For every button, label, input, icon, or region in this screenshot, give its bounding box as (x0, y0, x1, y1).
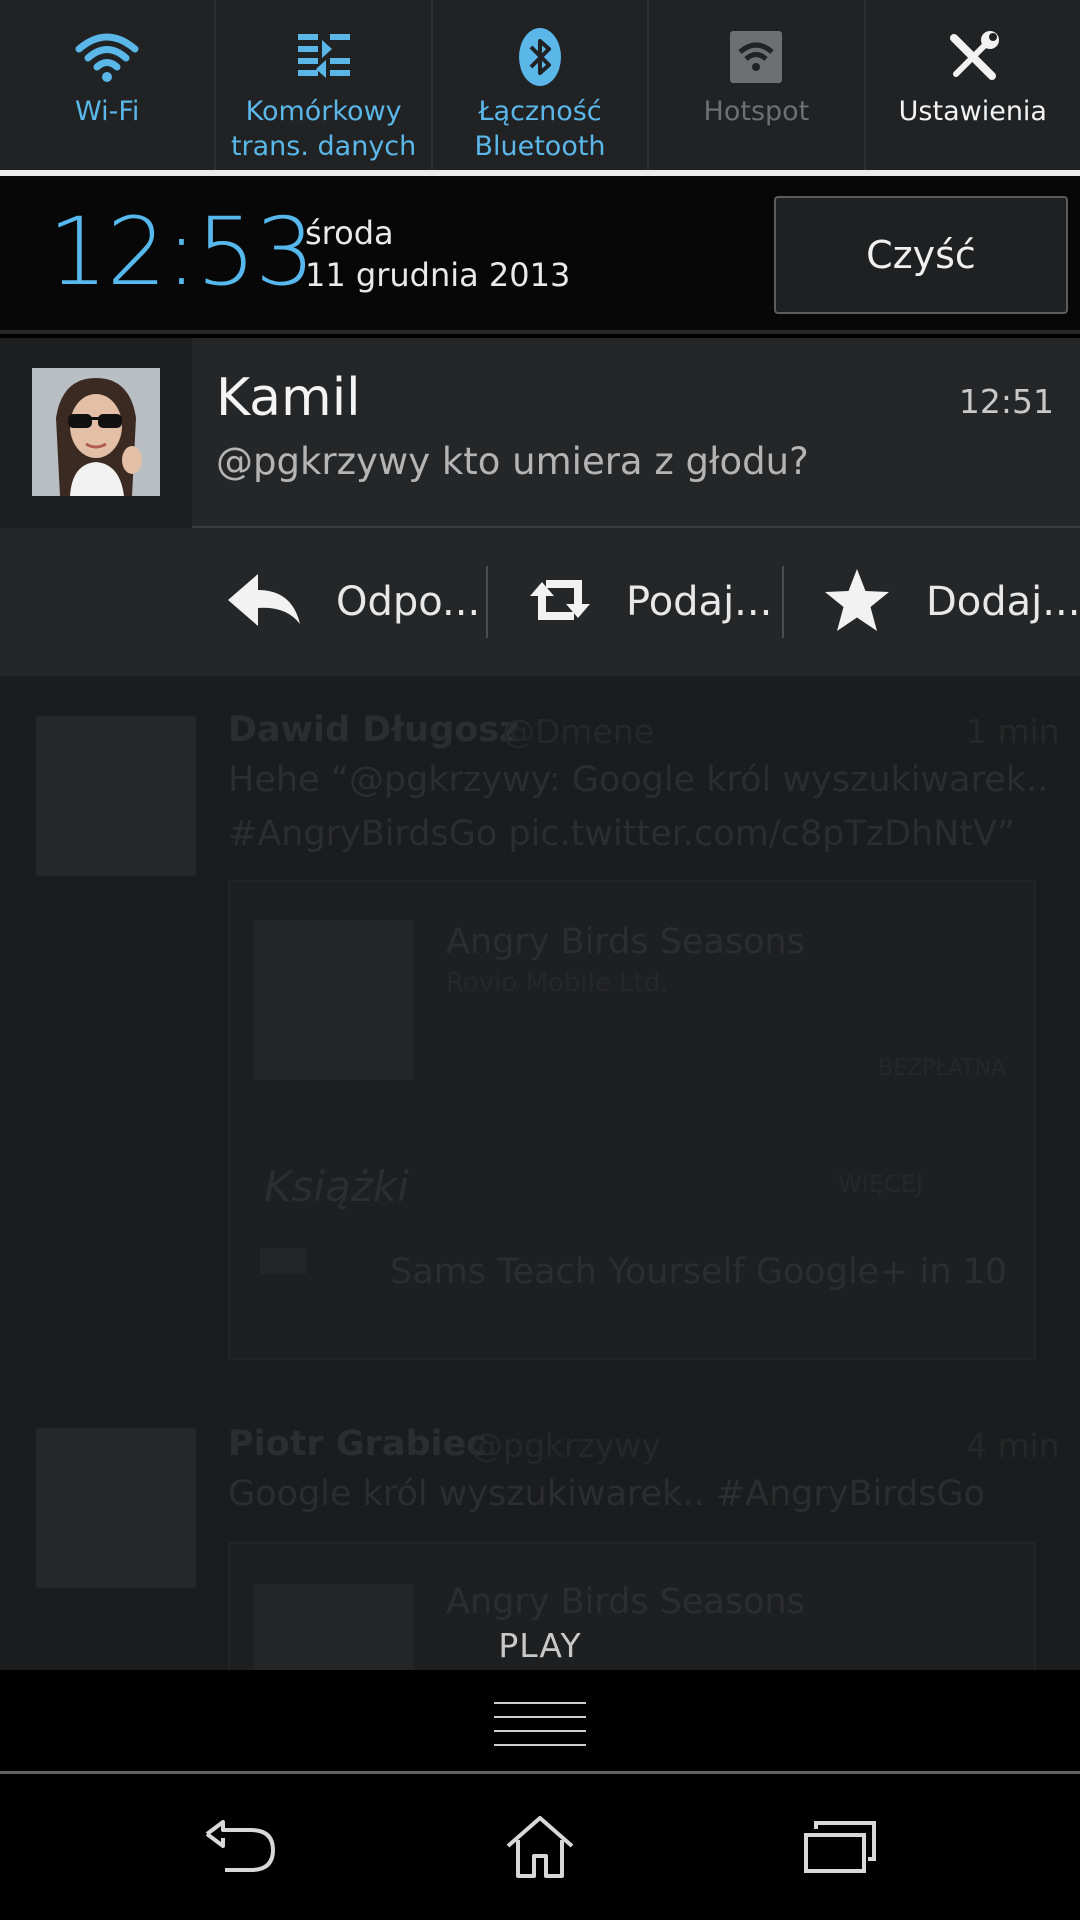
retweet-action-label: Podaj... (626, 579, 773, 625)
notification-drag-handle-bar[interactable] (0, 1670, 1080, 1774)
favorite-action-label: Dodaj... (926, 579, 1080, 625)
retweet-icon (528, 578, 592, 626)
card-app-developer: Rovio Mobile Ltd. (446, 968, 669, 998)
tweet-handle: @Dmene (502, 712, 655, 751)
card-app-title: Angry Birds Seasons (446, 922, 805, 962)
reply-icon (226, 572, 302, 632)
reply-action-label: Odpo... (336, 579, 481, 625)
tweet-text: #AngryBirdsGo pic.twitter.com/c8pTzDhNtV… (228, 814, 1016, 854)
drag-handle-icon[interactable] (494, 1702, 586, 1746)
avatar (32, 368, 160, 496)
book-title: Sams Teach Yourself Google+ in 10 (390, 1252, 1008, 1292)
retweet-action-button[interactable]: Podaj... (528, 528, 772, 676)
books-section-header: Książki (264, 1162, 409, 1211)
tweet-avatar (36, 1428, 196, 1588)
reply-action-button[interactable]: Odpo... (226, 528, 480, 676)
date: 11 grudnia 2013 (305, 256, 571, 294)
notification-item[interactable]: Kamil 12:51 @pgkrzywy kto umiera z głodu… (0, 338, 1080, 528)
navigation-bar (0, 1777, 1080, 1920)
hotspot-icon (724, 26, 788, 88)
notification-text: @pgkrzywy kto umiera z głodu? (216, 440, 809, 483)
tweet-time: 1 min (966, 712, 1060, 751)
tweet-text: Google król wyszukiwarek.. #AngryBirdsGo (228, 1474, 985, 1514)
books-more-button: WIĘCEJ (838, 1170, 923, 1198)
mobile-data-icon (292, 26, 356, 88)
qs-label-bluetooth: Łączność Bluetooth (474, 96, 606, 162)
book-thumbnail (260, 1248, 306, 1274)
notification-header: 12:53 środa 11 grudnia 2013 Czyść (0, 176, 1080, 334)
qs-label-wifi: Wi-Fi (74, 96, 140, 127)
qs-tile-bluetooth[interactable]: Łączność Bluetooth (433, 0, 650, 170)
tweet-text: Hehe “@pgkrzywy: Google król wyszukiware… (228, 760, 1049, 800)
back-icon (203, 1819, 277, 1878)
notification-title: Kamil (216, 368, 361, 428)
tweet-time: 4 min (966, 1426, 1060, 1465)
action-separator (782, 566, 784, 638)
card-app-title: Angry Birds Seasons (446, 1582, 805, 1622)
qs-tile-wifi[interactable]: Wi-Fi (0, 0, 217, 170)
tweet-author: Piotr Grabiec (228, 1424, 488, 1464)
home-icon (504, 1814, 576, 1884)
clear-all-button[interactable]: Czyść (774, 196, 1068, 314)
tweet-avatar (36, 716, 196, 876)
card-app-price: BEZPŁATNA (878, 1056, 1006, 1081)
qs-tile-mobile-data[interactable]: Komórkowy trans. danych (216, 0, 433, 170)
tweet-handle: @pgkrzywy (470, 1426, 661, 1465)
qs-label-mobile-data: Komórkowy trans. danych (230, 96, 417, 162)
day-of-week: środa (305, 214, 394, 252)
tweet-author: Dawid Długosz (228, 710, 520, 750)
settings-tools-icon (941, 26, 1005, 88)
clock: 12:53 (48, 198, 315, 307)
notification-time: 12:51 (958, 382, 1054, 421)
star-icon (822, 567, 892, 637)
qs-label-hotspot: Hotspot (703, 96, 810, 127)
notification-actions: Odpo... Podaj... Dodaj... (0, 528, 1080, 676)
panel-tab-label: PLAY (498, 1626, 582, 1665)
recents-button[interactable] (740, 1777, 940, 1920)
qs-label-settings: Ustawienia (898, 96, 1047, 127)
wifi-icon (75, 26, 139, 88)
qs-tile-hotspot[interactable]: Hotspot (649, 0, 866, 170)
home-button[interactable] (440, 1777, 640, 1920)
background-app-feed: Dawid Długosz @Dmene 1 min Hehe “@pgkrzy… (0, 676, 1080, 1670)
avatar-container (0, 338, 192, 528)
recents-icon (804, 1820, 876, 1877)
quick-settings-panel: Wi-Fi Komórkowy trans. danych Łączność B… (0, 0, 1080, 170)
app-thumbnail (254, 920, 414, 1080)
action-separator (486, 566, 488, 638)
back-button[interactable] (140, 1777, 340, 1920)
favorite-action-button[interactable]: Dodaj... (822, 528, 1080, 676)
bluetooth-icon (508, 26, 572, 88)
qs-tile-settings[interactable]: Ustawienia (866, 0, 1080, 170)
